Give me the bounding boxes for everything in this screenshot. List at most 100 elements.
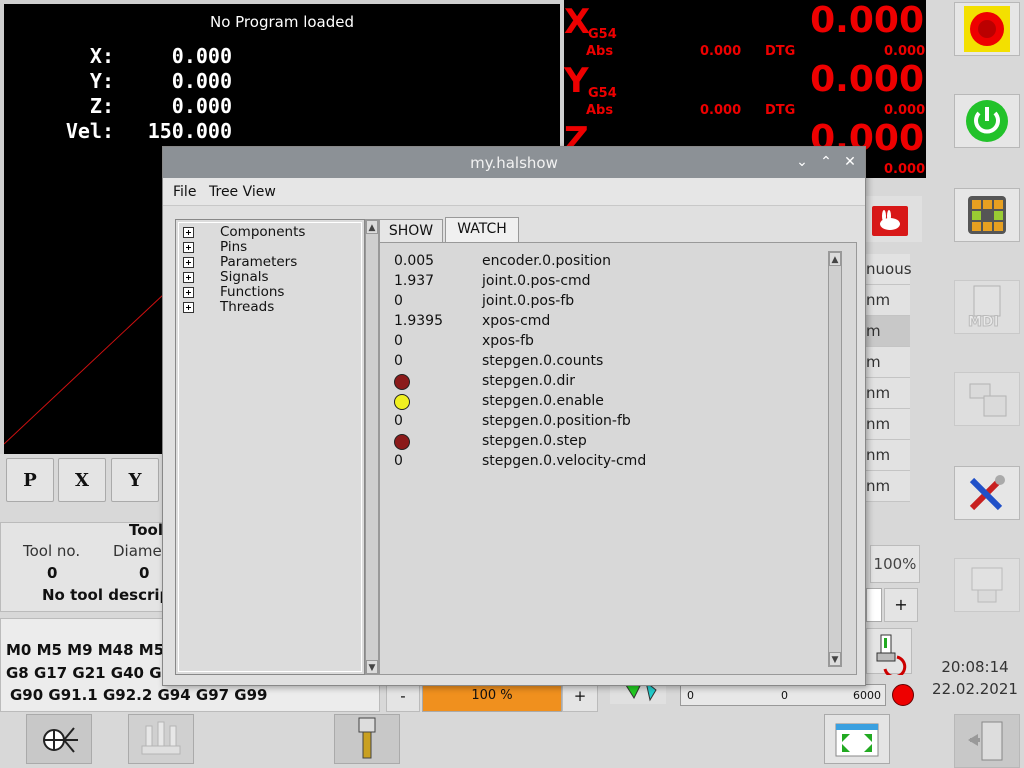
manual-jog-icon — [968, 196, 1006, 234]
jog-item-4[interactable]: nm — [860, 378, 910, 409]
minimize-icon[interactable]: ⌄ — [793, 153, 811, 171]
axis-x-dtg-label: DTG — [765, 44, 796, 59]
fullscreen-icon — [835, 723, 879, 757]
override-input[interactable] — [866, 588, 882, 622]
tool-number-value: 0 — [47, 564, 58, 582]
tab-show[interactable]: SHOW — [379, 219, 443, 242]
auto-mode-button[interactable] — [954, 372, 1020, 426]
toolpath-line — [4, 293, 165, 445]
maximize-icon[interactable]: ⌃ — [817, 153, 835, 171]
estop-button[interactable] — [954, 2, 1020, 56]
view-x-button[interactable]: X — [58, 458, 106, 502]
axis-x-dtg-value: 0.000 — [884, 44, 926, 59]
tool-change-button[interactable] — [866, 628, 912, 679]
program-status-title: No Program loaded — [209, 13, 355, 31]
tree-view[interactable]: Components Pins Parameters Signals Funct… — [178, 222, 362, 672]
expand-icon[interactable] — [183, 226, 194, 238]
led-indicator — [394, 434, 410, 450]
user-tabs-button[interactable] — [954, 558, 1020, 612]
scroll-down-icon[interactable]: ▼ — [829, 652, 841, 666]
home-all-button[interactable] — [26, 714, 92, 764]
preview-dro-x: X: 0.000 — [89, 44, 232, 68]
tools-wrench-icon — [969, 475, 1005, 511]
tool-info-panel: Tool Tool no. Diamet 0 0 No tool descrip… — [0, 521, 183, 612]
watch-pane: 0.005 encoder.0.position 1.937 joint.0.pos… — [379, 242, 857, 675]
led-indicator — [394, 374, 410, 390]
expand-icon[interactable] — [183, 301, 194, 313]
axis-y-dtg-label: DTG — [765, 103, 796, 118]
expand-icon[interactable] — [183, 286, 194, 298]
expand-icon[interactable] — [183, 271, 194, 283]
tool-button[interactable] — [334, 714, 400, 764]
axis-y-letter: Y — [564, 61, 589, 101]
preview-dro-z: Z: 0.000 — [89, 94, 232, 118]
view-p-button[interactable]: P — [6, 458, 54, 502]
scroll-up-icon[interactable]: ▲ — [829, 252, 841, 266]
touch-off-icon — [141, 721, 181, 755]
tool-diameter-value: 0 — [139, 564, 150, 582]
menu-file[interactable]: File — [173, 184, 196, 200]
watch-scrollbar[interactable]: ▲ ▼ — [828, 251, 842, 667]
mdi-mode-button[interactable]: MDI — [954, 280, 1020, 334]
dialog-menubar: File Tree View — [163, 178, 865, 206]
rabbit-icon[interactable] — [872, 206, 908, 236]
tree-item-threads[interactable]: Threads — [183, 300, 274, 315]
close-icon[interactable]: ✕ — [841, 153, 859, 171]
tool-change-icon — [876, 634, 907, 679]
spindle-max-label: 6000 — [853, 689, 881, 702]
axis-y-position: 0.000 — [810, 59, 924, 100]
led-indicator — [394, 394, 410, 410]
expand-icon[interactable] — [183, 256, 194, 268]
halshow-dialog: my.halshow ⌄ ⌃ ✕ File Tree View Componen… — [162, 146, 866, 686]
touch-off-button[interactable] — [128, 714, 194, 764]
axis-y-coord: G54 — [588, 86, 617, 101]
menu-tree-view[interactable]: Tree View — [209, 184, 276, 200]
override-percent-button[interactable]: 100% — [870, 545, 920, 583]
spindle-speed-bar: 0 0 6000 — [680, 684, 886, 706]
axis-y-dtg-value: 0.000 — [884, 103, 926, 118]
tree-scrollbar[interactable]: ▲ ▼ — [365, 219, 379, 675]
tree-item-pins[interactable]: Pins — [183, 240, 247, 255]
tree-item-signals[interactable]: Signals — [183, 270, 269, 285]
exit-button[interactable] — [954, 714, 1020, 768]
tab-watch[interactable]: WATCH — [445, 217, 519, 242]
dialog-title: my.halshow — [470, 154, 558, 172]
dialog-titlebar[interactable]: my.halshow ⌄ ⌃ ✕ — [163, 147, 865, 178]
scroll-up-icon[interactable]: ▲ — [366, 220, 378, 234]
fullscreen-button[interactable] — [824, 714, 890, 764]
expand-icon[interactable] — [183, 241, 194, 253]
override-plus-button[interactable]: + — [884, 588, 918, 622]
jog-item-1[interactable]: nm — [860, 285, 910, 316]
axis-y-abs-value: 0.000 — [700, 103, 742, 118]
active-gcodes-2: G90 G91.1 G92.2 G94 G97 G99 — [10, 686, 268, 704]
machine-power-button[interactable] — [954, 94, 1020, 148]
power-icon — [966, 100, 1008, 142]
view-y-button[interactable]: Y — [111, 458, 159, 502]
jog-item-2[interactable]: m — [860, 316, 910, 347]
jog-item-3[interactable]: m — [860, 347, 910, 378]
mdi-icon: MDI — [968, 285, 1001, 330]
jog-item-6[interactable]: nm — [860, 440, 910, 471]
clock-date: 22.02.2021 — [932, 680, 1018, 698]
tree-item-components[interactable]: Components — [183, 225, 305, 240]
jog-item-7[interactable]: nm — [860, 471, 910, 502]
jog-item-continuous[interactable]: nuous — [860, 254, 912, 285]
jog-increment-list: nuous nm m m nm nm nm nm — [860, 254, 912, 504]
drill-bit-icon — [358, 717, 376, 759]
axis-x-coord: G54 — [588, 27, 617, 42]
tree-item-parameters[interactable]: Parameters — [183, 255, 297, 270]
scroll-down-icon[interactable]: ▼ — [366, 660, 378, 674]
axis-x-position: 0.000 — [810, 0, 924, 41]
axis-y-abs-label: Abs — [586, 103, 614, 118]
settings-button[interactable] — [954, 466, 1020, 520]
spindle-status-led — [892, 684, 914, 706]
exit-door-icon — [968, 721, 1003, 761]
manual-mode-button[interactable] — [954, 188, 1020, 242]
jog-item-5[interactable]: nm — [860, 409, 910, 440]
tree-item-functions[interactable]: Functions — [183, 285, 284, 300]
svg-text:MDI: MDI — [968, 314, 999, 330]
axis-x-letter: X — [564, 2, 591, 42]
active-gcodes-1: G8 G17 G21 G40 G49 — [6, 664, 183, 682]
tool-diameter-label: Diamet — [113, 542, 168, 560]
tool-header: Tool — [129, 521, 163, 539]
